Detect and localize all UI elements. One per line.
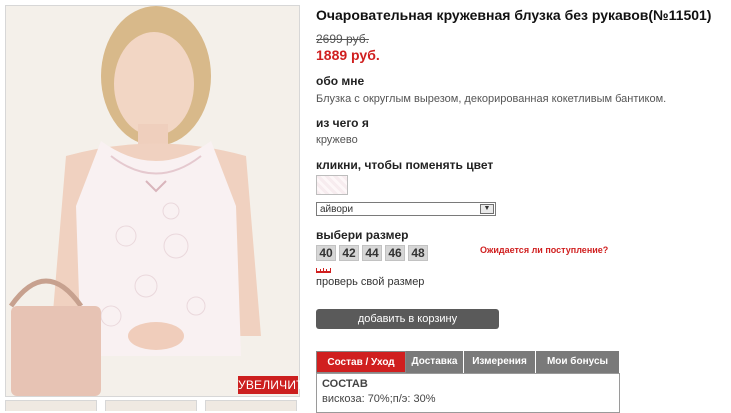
size-option-44[interactable]: 44 xyxy=(362,245,382,261)
thumbnail[interactable] xyxy=(105,400,197,411)
size-option-48[interactable]: 48 xyxy=(408,245,428,261)
size-label: выбери размер xyxy=(316,228,409,242)
color-swatch[interactable] xyxy=(316,175,348,195)
model-illustration xyxy=(6,6,299,396)
material-text: кружево xyxy=(316,134,358,146)
color-label: кликни, чтобы поменять цвет xyxy=(316,158,494,172)
size-option-42[interactable]: 42 xyxy=(339,245,359,261)
size-option-40[interactable]: 40 xyxy=(316,245,336,261)
product-image[interactable] xyxy=(5,5,300,397)
ruler-icon xyxy=(316,268,331,273)
tab-composition[interactable]: Состав / Уход xyxy=(316,351,406,373)
color-select-value: айвори xyxy=(320,204,354,215)
add-to-cart-button[interactable]: добавить в корзину xyxy=(316,309,499,329)
chevron-down-icon[interactable]: ▼ xyxy=(480,204,494,214)
composition-text: вискоза: 70%;п/э: 30% xyxy=(322,393,436,405)
product-title: Очаровательная кружевная блузка без рука… xyxy=(316,7,712,23)
thumbnail-strip xyxy=(5,400,298,411)
tab-panel: СОСТАВ вискоза: 70%;п/э: 30% xyxy=(316,373,620,413)
availability-link[interactable]: Ожидается ли поступление? xyxy=(480,245,608,255)
info-tabs: Состав / Уход Доставка Измерения Мои бон… xyxy=(316,351,620,373)
new-price: 1889 руб. xyxy=(316,47,380,63)
color-select[interactable]: айвори ▼ xyxy=(316,202,496,216)
about-text: Блузка с округлым вырезом, декорированна… xyxy=(316,93,667,105)
thumbnail[interactable] xyxy=(5,400,97,411)
tab-delivery[interactable]: Доставка xyxy=(406,351,464,373)
old-price: 2699 руб. xyxy=(316,32,369,46)
size-options: 40 42 44 46 48 xyxy=(316,244,431,262)
tab-measurements[interactable]: Измерения xyxy=(464,351,536,373)
composition-heading: СОСТАВ xyxy=(322,378,368,390)
thumbnail[interactable] xyxy=(205,400,297,411)
material-label: из чего я xyxy=(316,116,369,130)
size-check-link[interactable]: проверь свой размер xyxy=(316,276,424,288)
about-label: обо мне xyxy=(316,74,365,88)
zoom-button[interactable]: УВЕЛИЧИТЬ xyxy=(238,376,312,394)
size-option-46[interactable]: 46 xyxy=(385,245,405,261)
tab-bonuses[interactable]: Мои бонусы xyxy=(536,351,620,373)
